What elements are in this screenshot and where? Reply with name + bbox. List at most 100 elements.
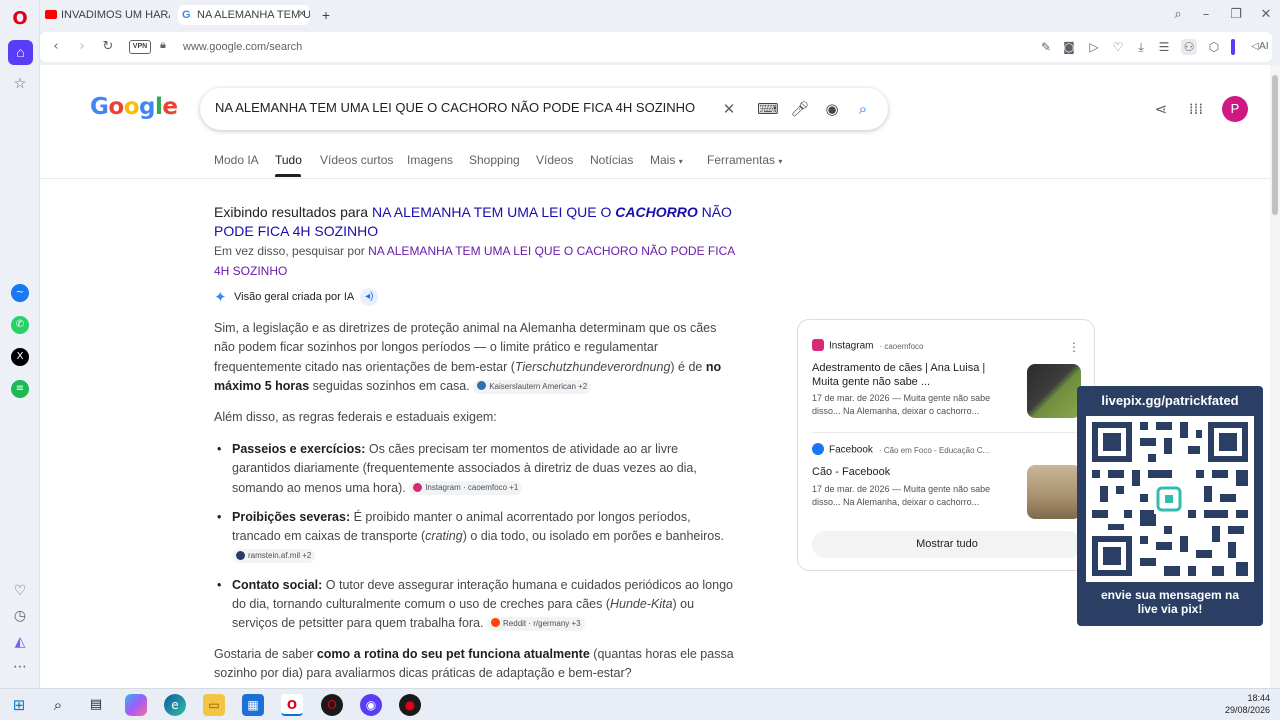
google-logo[interactable]: Google: [90, 94, 178, 120]
source-header-instagram[interactable]: Instagram · caoemfoco: [812, 339, 924, 352]
chip-label: Instagram · caoemfoco +1: [425, 483, 519, 493]
source-chip[interactable]: Instagram · caoemfoco +1: [409, 481, 523, 496]
home-icon[interactable]: ⌂: [8, 40, 33, 65]
clock-time: 18:44: [1247, 693, 1270, 703]
new-tab-button[interactable]: +: [318, 7, 334, 23]
tab-youtube[interactable]: INVADIMOS UM HARAS N: [45, 5, 170, 25]
task-view-icon[interactable]: ▤: [85, 694, 107, 716]
thumbnail-dog-image[interactable]: [1027, 364, 1081, 418]
clear-icon[interactable]: ✕: [719, 99, 739, 119]
instagram-icon: [812, 339, 824, 351]
vpn-badge[interactable]: VPN: [129, 40, 151, 54]
more-icon[interactable]: ⋯: [10, 657, 30, 677]
edge-icon[interactable]: e: [164, 694, 186, 716]
bullet-italic: crating: [425, 529, 463, 544]
lens-icon[interactable]: ◉: [822, 99, 842, 119]
search-icon[interactable]: ⌕: [853, 99, 873, 119]
forward-button[interactable]: ›: [74, 39, 90, 55]
edit-icon[interactable]: ✎: [1038, 39, 1054, 55]
tab-videos[interactable]: Vídeos: [536, 153, 573, 167]
chip-label: Reddit · r/germany +3: [503, 619, 581, 629]
source-chip[interactable]: Reddit · r/germany +3: [487, 617, 585, 632]
opera-taskbar-icon[interactable]: O: [281, 694, 303, 716]
system-clock[interactable]: 18:44 29/08/2026: [1225, 692, 1270, 716]
opera-gx-icon[interactable]: O: [321, 694, 343, 716]
text: ) é de: [670, 359, 706, 374]
bullet-title: Proibições severas:: [232, 509, 351, 524]
history-icon[interactable]: ◷: [10, 606, 30, 626]
tab-noticias[interactable]: Notícias: [590, 153, 633, 167]
box-icon[interactable]: ⬡: [1206, 39, 1222, 55]
sparkle-icon: ✦: [214, 289, 227, 306]
aria-ai-button[interactable]: ◁AI: [1250, 39, 1270, 55]
lock-icon[interactable]: 🔒︎: [160, 39, 166, 52]
tab-imagens[interactable]: Imagens: [407, 153, 453, 167]
opera-logo-icon[interactable]: O: [10, 9, 30, 29]
source-title[interactable]: Cão - Facebook: [812, 465, 1012, 479]
bullet-text: ) o dia todo, ou isolado em porões e ban…: [462, 529, 724, 544]
speaker-icon[interactable]: ◂): [360, 288, 379, 306]
aria-icon[interactable]: ◭: [10, 632, 30, 652]
source-title[interactable]: Adestramento de cães | Ana Luisa | Muita…: [812, 361, 1012, 389]
microphone-icon[interactable]: 🎤︎: [790, 99, 810, 119]
whatsapp-icon[interactable]: ✆: [11, 316, 29, 334]
tab-modo-ia[interactable]: Modo IA: [214, 153, 259, 167]
search-input[interactable]: NA ALEMANHA TEM UMA LEI QUE O CACHORO NÃ…: [215, 100, 695, 115]
recording-app-icon[interactable]: ●: [399, 694, 421, 716]
windows-start-icon[interactable]: ⊞: [8, 694, 30, 716]
profile-icon[interactable]: ⚇: [1181, 39, 1197, 55]
source-chip[interactable]: ramstein.af.mil +2: [232, 549, 316, 564]
tab-shopping[interactable]: Shopping: [469, 153, 520, 167]
camera-icon[interactable]: ◙: [1061, 39, 1077, 55]
instagram-icon: [413, 482, 423, 492]
opera-sidebar: O ⌂ ☆ ~ ✆ X ≡ ♡ ◷ ◭ ⋯: [0, 0, 40, 688]
tab-google-search[interactable]: G NA ALEMANHA TEM UMA ✕: [178, 5, 310, 25]
tab-videos-curtos[interactable]: Vídeos curtos: [320, 153, 393, 167]
more-options-icon[interactable]: ⋮: [1068, 340, 1080, 354]
reload-button[interactable]: ↻: [100, 39, 116, 55]
store-icon[interactable]: ▦: [242, 694, 264, 716]
heart-icon[interactable]: ♡: [1110, 39, 1126, 55]
bullet-title: Contato social:: [232, 577, 323, 592]
close-tab-icon[interactable]: ✕: [298, 5, 306, 25]
thumbnail-facebook-image[interactable]: [1027, 465, 1081, 519]
copilot-icon[interactable]: [125, 694, 147, 716]
back-button[interactable]: ‹: [48, 39, 64, 55]
source-snippet: 17 de mar. de 2026 — Muita gente não sab…: [812, 484, 991, 507]
search-box[interactable]: NA ALEMANHA TEM UMA LEI QUE O CACHORO NÃ…: [200, 88, 888, 130]
avatar[interactable]: P: [1222, 96, 1248, 122]
scrollbar-thumb[interactable]: [1272, 75, 1278, 215]
close-window-button[interactable]: ✕: [1257, 6, 1275, 24]
instead-prefix: Em vez disso, pesquisar por: [214, 244, 365, 258]
heart-icon[interactable]: ♡: [10, 581, 30, 601]
apps-grid-icon[interactable]: ⁞⁞⁞: [1186, 99, 1206, 119]
tab-ferramentas[interactable]: Ferramentas ▾: [707, 153, 782, 167]
ai-paragraph-3: Gostaria de saber como a rotina do seu p…: [214, 645, 739, 684]
app-icon[interactable]: ◉: [360, 694, 382, 716]
tab-mais[interactable]: Mais ▾: [650, 153, 683, 167]
search-tabs-icon[interactable]: ⌕: [1169, 6, 1187, 24]
file-explorer-icon[interactable]: ▭: [203, 694, 225, 716]
source-chip[interactable]: Kaiserslautern American +2: [473, 379, 592, 394]
show-all-button[interactable]: Mostrar tudo: [812, 531, 1082, 558]
url-text[interactable]: www.google.com/search: [183, 41, 302, 53]
download-icon[interactable]: ⤓: [1133, 39, 1149, 55]
list-item: Proibições severas: É proibido manter o …: [214, 508, 739, 566]
spotify-icon[interactable]: ≡: [11, 380, 29, 398]
tab-tudo[interactable]: Tudo: [275, 153, 302, 167]
page-scrollbar[interactable]: [1270, 65, 1280, 688]
maximize-button[interactable]: ❐: [1227, 6, 1245, 24]
star-icon[interactable]: ☆: [10, 74, 30, 94]
easy-setup-icon[interactable]: ☰: [1156, 39, 1172, 55]
source-header-facebook[interactable]: Facebook · Cão em Foco - Educação C...: [812, 443, 989, 456]
share-icon[interactable]: ⋖: [1151, 99, 1171, 119]
source-sub: · caoemfoco: [879, 341, 924, 351]
minimize-button[interactable]: –: [1197, 6, 1215, 24]
keyboard-icon[interactable]: ⌨: [756, 99, 780, 119]
google-g-icon: G: [182, 9, 191, 22]
play-icon[interactable]: ▷: [1086, 39, 1102, 55]
x-twitter-icon[interactable]: X: [11, 348, 29, 366]
messenger-icon[interactable]: ~: [11, 284, 29, 302]
search-icon[interactable]: ⌕: [47, 694, 69, 716]
source-name: Instagram: [829, 340, 874, 352]
